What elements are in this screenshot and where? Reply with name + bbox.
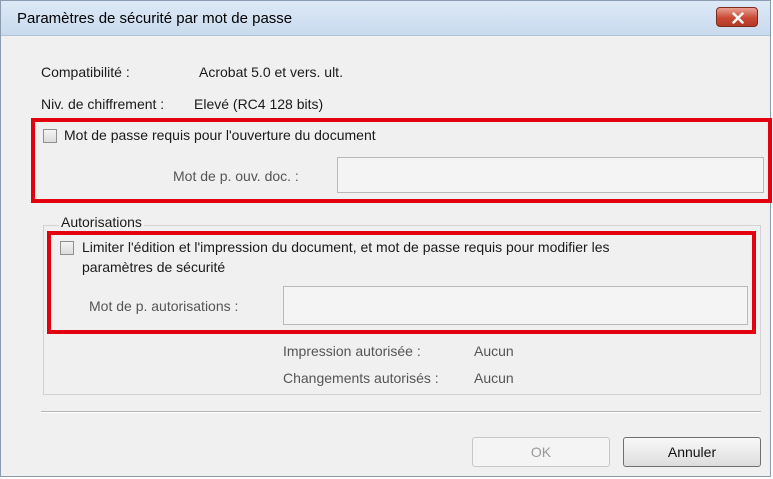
password-security-dialog: Paramètres de sécurité par mot de passe …	[0, 0, 772, 477]
changes-allowed-label: Changements autorisés :	[283, 370, 439, 386]
printing-allowed-label: Impression autorisée :	[283, 343, 421, 359]
close-icon	[732, 12, 744, 24]
compatibility-value: Acrobat 5.0 et vers. ult.	[199, 64, 343, 80]
permissions-group-label: Autorisations	[59, 214, 144, 230]
printing-allowed-value: Aucun	[474, 343, 514, 359]
ok-button[interactable]: OK	[472, 437, 610, 467]
title-bar: Paramètres de sécurité par mot de passe	[1, 1, 770, 36]
compatibility-label: Compatibilité :	[41, 64, 130, 80]
close-button[interactable]	[716, 7, 758, 27]
highlight-permissions	[47, 231, 756, 334]
dialog-title: Paramètres de sécurité par mot de passe	[17, 10, 293, 27]
encryption-label: Niv. de chiffrement :	[41, 96, 165, 112]
changes-allowed-value: Aucun	[474, 370, 514, 386]
cancel-button[interactable]: Annuler	[623, 437, 761, 467]
footer-separator	[41, 411, 761, 413]
encryption-value: Elevé (RC4 128 bits)	[194, 96, 324, 112]
highlight-open-password	[31, 118, 772, 203]
